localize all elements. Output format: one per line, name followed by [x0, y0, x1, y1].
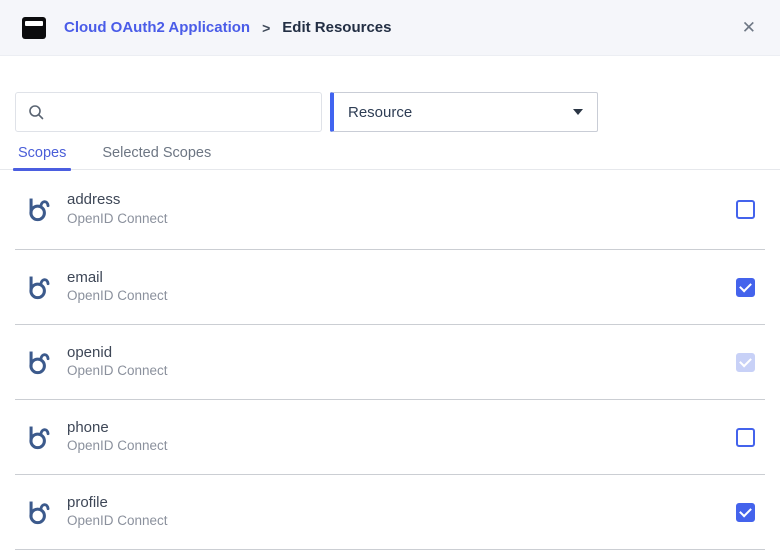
scope-provider: OpenID Connect: [67, 513, 168, 530]
search-icon: [28, 104, 45, 121]
scope-row-profile[interactable]: profile OpenID Connect: [15, 475, 765, 550]
checkbox-phone[interactable]: [736, 428, 755, 447]
openid-icon: [25, 194, 52, 225]
tab-selected-scopes[interactable]: Selected Scopes: [97, 141, 216, 169]
page-title: Edit Resources: [282, 19, 391, 36]
resource-filter-dropdown[interactable]: Resource: [330, 92, 598, 132]
scope-row-address[interactable]: address OpenID Connect: [15, 170, 765, 250]
breadcrumb: Cloud OAuth2 Application > Edit Resource…: [64, 19, 392, 36]
scope-row-phone[interactable]: phone OpenID Connect: [15, 400, 765, 475]
openid-icon: [25, 272, 52, 303]
search-input[interactable]: [53, 104, 309, 120]
checkbox-email[interactable]: [736, 278, 755, 297]
scope-name: openid: [67, 344, 168, 363]
dialog-header: Cloud OAuth2 Application > Edit Resource…: [0, 0, 780, 56]
tabs: Scopes Selected Scopes: [0, 141, 780, 170]
app-window-icon: [22, 17, 46, 39]
scope-row-openid[interactable]: openid OpenID Connect: [15, 325, 765, 400]
search-box[interactable]: [15, 92, 322, 132]
scope-provider: OpenID Connect: [67, 211, 168, 228]
breadcrumb-link-cloud-oauth2-application[interactable]: Cloud OAuth2 Application: [64, 19, 250, 36]
caret-down-icon: [573, 109, 583, 115]
edit-resources-dialog: Cloud OAuth2 Application > Edit Resource…: [0, 0, 780, 557]
scope-list: address OpenID Connect email OpenID Conn…: [0, 170, 780, 550]
scope-provider: OpenID Connect: [67, 363, 168, 380]
scope-provider: OpenID Connect: [67, 438, 168, 455]
openid-icon: [25, 422, 52, 453]
tab-scopes[interactable]: Scopes: [13, 141, 71, 169]
scope-name: email: [67, 269, 168, 288]
scope-row-email[interactable]: email OpenID Connect: [15, 250, 765, 325]
checkbox-openid: [736, 353, 755, 372]
chevron-right-icon: >: [262, 20, 270, 36]
checkbox-profile[interactable]: [736, 503, 755, 522]
scope-name: profile: [67, 494, 168, 513]
scope-name: phone: [67, 419, 168, 438]
scope-provider: OpenID Connect: [67, 288, 168, 305]
checkbox-address[interactable]: [736, 200, 755, 219]
close-icon[interactable]: ✕: [738, 15, 760, 40]
toolbar: Resource: [15, 92, 765, 132]
openid-icon: [25, 497, 52, 528]
resource-filter-value: Resource: [348, 104, 412, 121]
openid-icon: [25, 347, 52, 378]
scope-name: address: [67, 191, 168, 210]
